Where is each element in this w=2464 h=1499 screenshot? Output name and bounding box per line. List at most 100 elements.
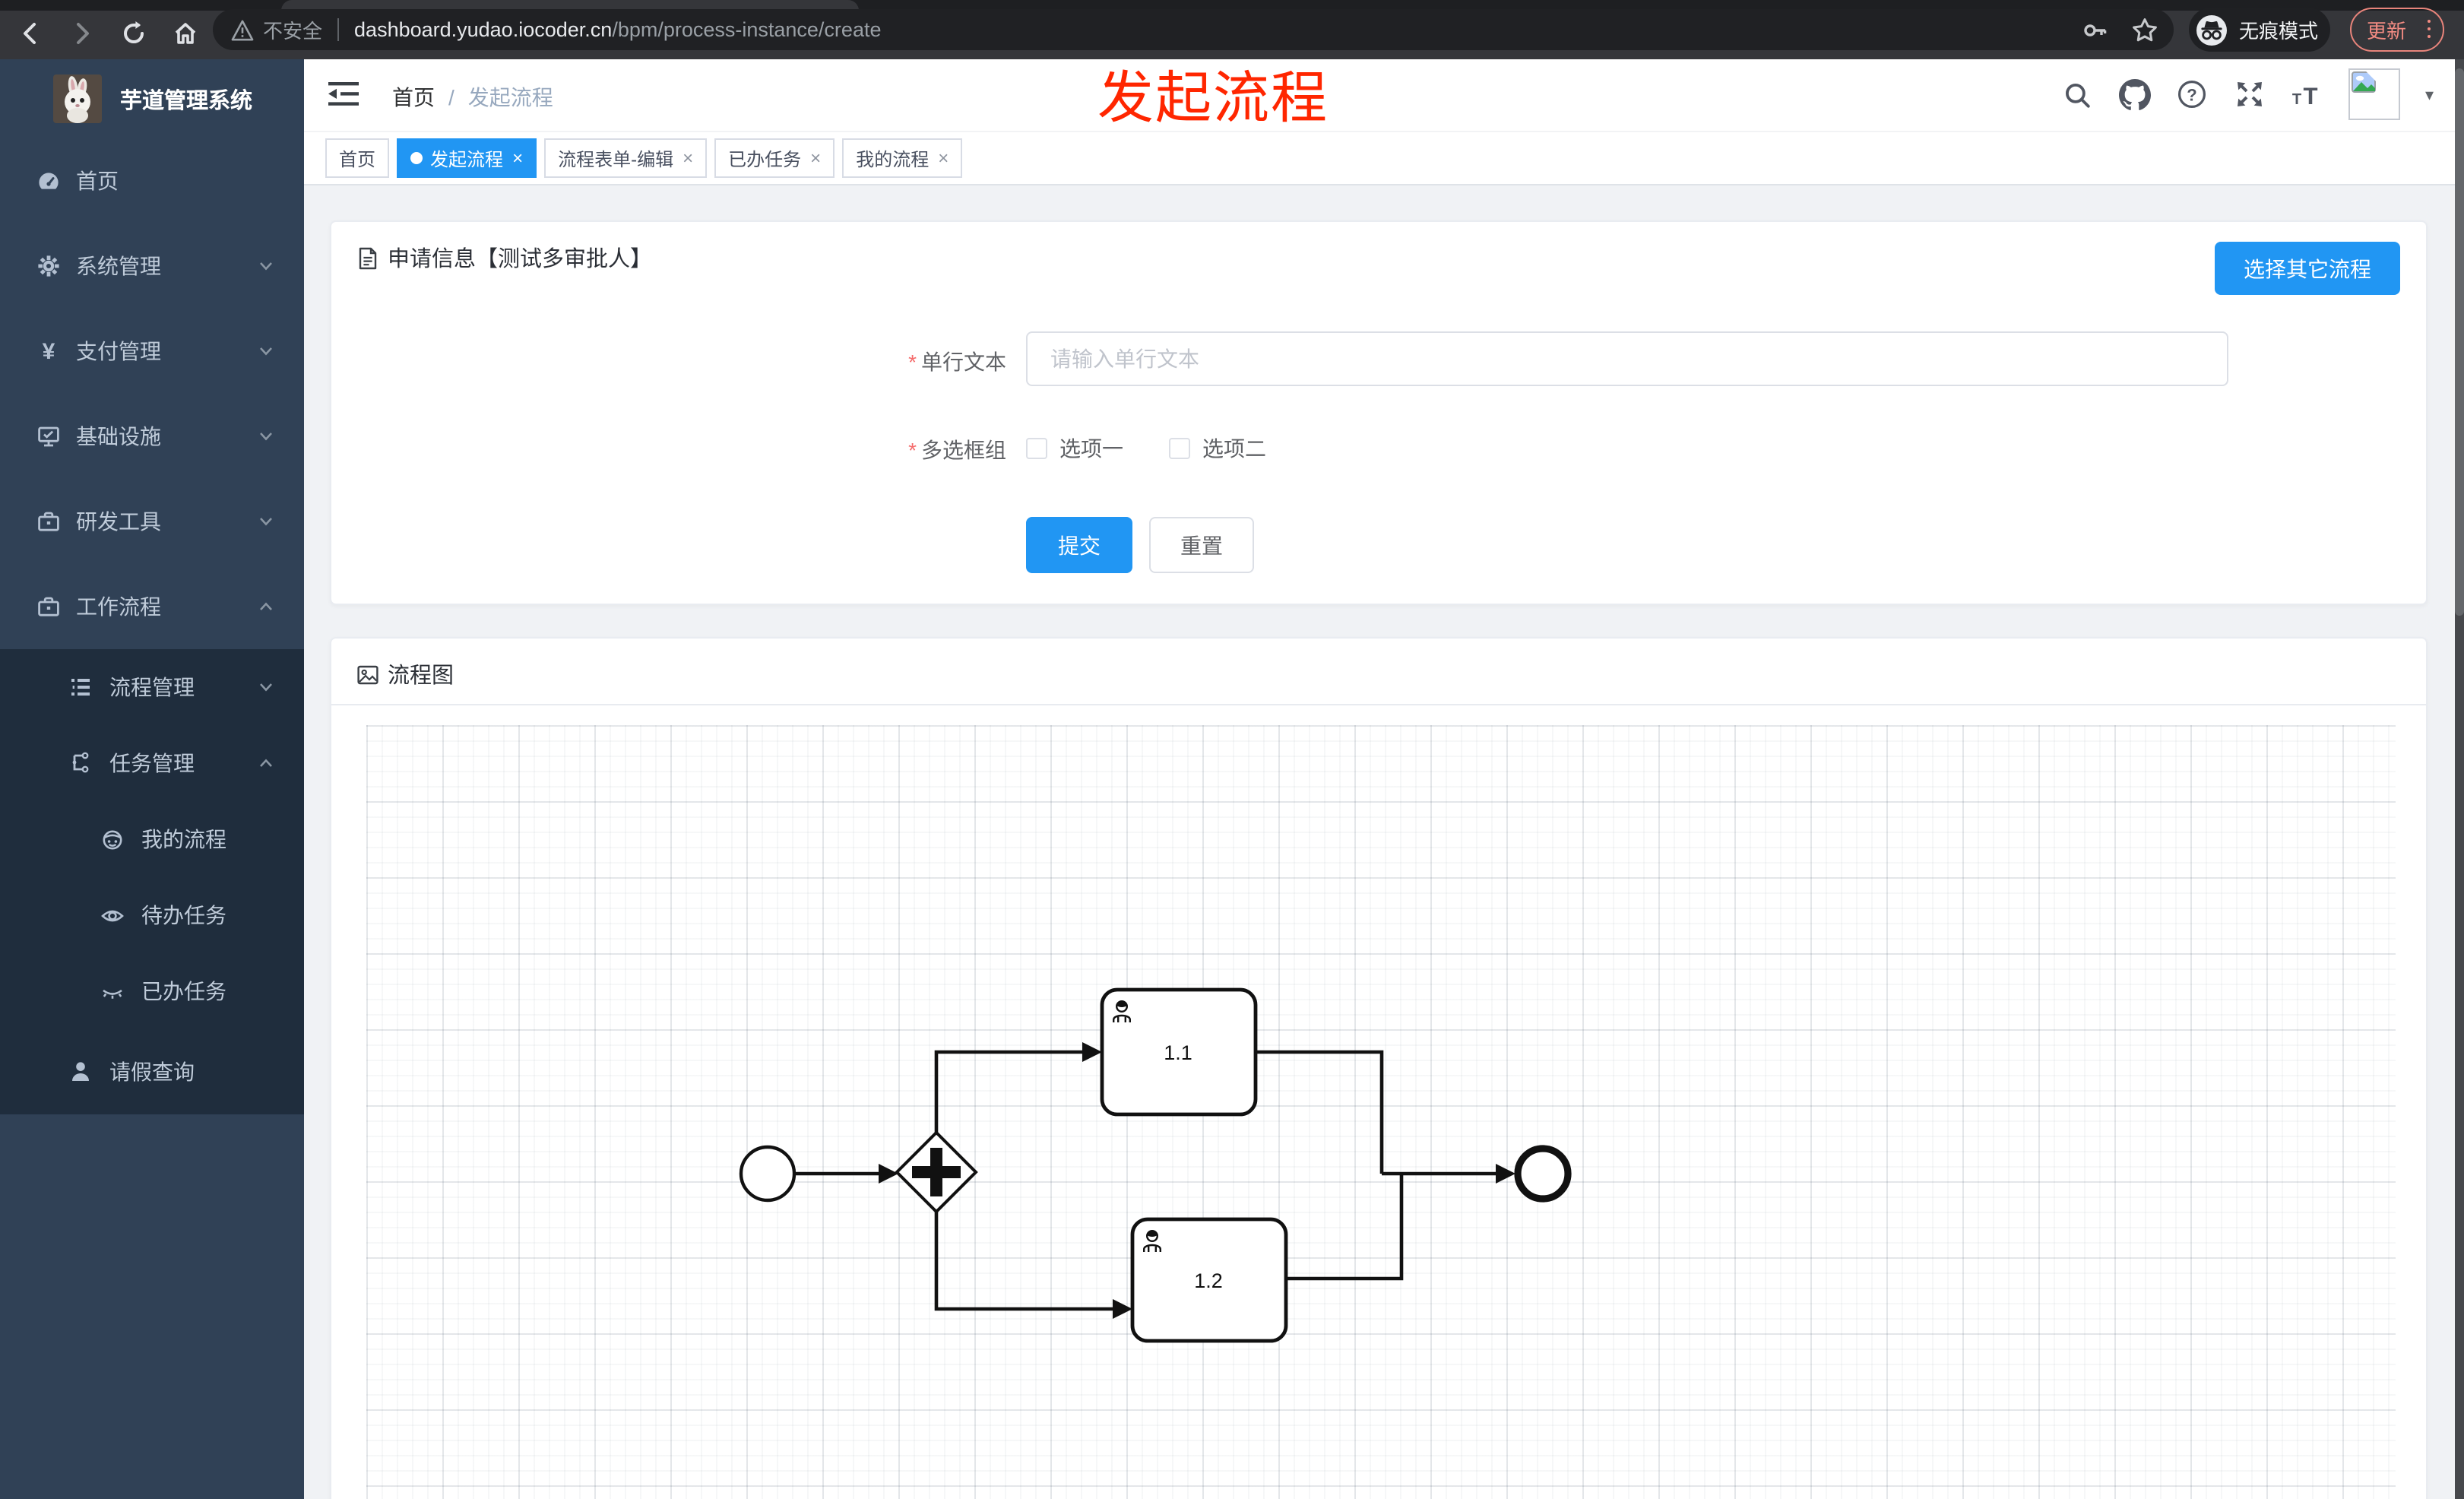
chevron-down-icon: [258, 429, 274, 444]
bpmn-task-label: 1.1: [1164, 1041, 1192, 1064]
logo-rabbit-image: [53, 74, 102, 123]
apply-info-card: 申请信息【测试多审批人】 选择其它流程 *单行文本 *多选框组 选项一 选项二 …: [330, 220, 2428, 605]
chevron-down-icon: [258, 344, 274, 359]
picture-icon: [357, 664, 378, 684]
tab-my-process[interactable]: 我的流程 ×: [842, 138, 963, 178]
bpmn-arrowhead: [1496, 1164, 1515, 1184]
tab-close-icon[interactable]: ×: [810, 147, 821, 169]
warning-icon: [231, 19, 254, 40]
required-asterisk: *: [908, 350, 917, 374]
sidebar-item-system[interactable]: 系统管理: [0, 223, 304, 309]
field-label-checkbox: * 多选框组: [908, 438, 1006, 462]
tab-close-icon[interactable]: ×: [938, 147, 949, 169]
checkbox-option-2[interactable]: 选项二: [1169, 433, 1266, 463]
checkbox-icon[interactable]: [1026, 437, 1047, 458]
document-icon: [359, 246, 377, 269]
browser-chrome: 不安全 dashboard.yudao.iocoder.cn/bpm/proce…: [0, 0, 2464, 59]
card-title-row: 流程图: [356, 658, 454, 690]
browser-menu-icon[interactable]: [2427, 19, 2431, 39]
search-icon[interactable]: [2060, 78, 2094, 111]
bpmn-diagram: 1.1 1.2: [739, 987, 1572, 1343]
bpmn-end-event: [1514, 1145, 1572, 1203]
fullscreen-icon[interactable]: [2234, 78, 2267, 111]
sidebar-item-label: 我的流程: [141, 827, 226, 851]
sidebar-item-leave-query[interactable]: 请假查询: [0, 1029, 304, 1114]
back-icon[interactable]: [15, 18, 46, 49]
reload-icon[interactable]: [119, 18, 149, 49]
tab-label: 首页: [339, 148, 376, 170]
reset-button[interactable]: 重置: [1149, 517, 1254, 573]
app-logo[interactable]: 芋道管理系统: [0, 59, 304, 138]
svg-text:?: ?: [2187, 85, 2197, 104]
sidebar-item-devtools[interactable]: 研发工具: [0, 479, 304, 564]
svg-text:¥: ¥: [43, 339, 55, 363]
sidebar-item-label: 任务管理: [109, 751, 195, 775]
process-diagram-card: 流程图 1.1 1.2: [330, 637, 2428, 1499]
github-icon[interactable]: [2118, 78, 2152, 111]
submit-button[interactable]: 提交: [1026, 517, 1132, 573]
breadcrumb-home[interactable]: 首页: [392, 82, 435, 113]
chevron-up-icon: [258, 756, 274, 771]
tab-close-icon[interactable]: ×: [512, 147, 523, 169]
breadcrumb: 首页 / 发起流程: [392, 82, 553, 113]
sidebar-item-infra[interactable]: 基础设施: [0, 394, 304, 479]
sidebar-item-payment[interactable]: ¥ 支付管理: [0, 309, 304, 394]
bpmn-arrowhead: [1113, 1299, 1132, 1319]
home-icon[interactable]: [170, 18, 201, 49]
sidebar: 芋道管理系统 首页 系统管理 ¥ 支付管理 基础设施 研发工具 工作流程 流程管…: [0, 59, 304, 1499]
sidebar-item-workflow[interactable]: 工作流程: [0, 564, 304, 649]
chevron-down-icon: [258, 680, 274, 695]
checkbox-label: 选项一: [1059, 436, 1123, 460]
sidebar-item-label: 请假查询: [109, 1060, 195, 1084]
diagram-card-title: 流程图: [388, 664, 454, 689]
bpmn-task-label: 1.2: [1194, 1269, 1223, 1292]
avatar[interactable]: [2348, 68, 2401, 120]
key-icon[interactable]: [2081, 16, 2108, 43]
tab-form-edit[interactable]: 流程表单-编辑 ×: [544, 138, 708, 178]
sidebar-item-process-mgmt[interactable]: 流程管理: [0, 649, 304, 725]
page-scrollbar-thumb[interactable]: [2455, 68, 2464, 616]
url-path: /bpm/process-instance/create: [612, 18, 882, 41]
bpmn-arrowhead: [1082, 1042, 1102, 1062]
screen: 不安全 dashboard.yudao.iocoder.cn/bpm/proce…: [0, 0, 2464, 1499]
url-bar[interactable]: 不安全 dashboard.yudao.iocoder.cn/bpm/proce…: [213, 9, 2174, 50]
single-line-text-input[interactable]: [1026, 331, 2228, 386]
bpmn-arrowhead: [879, 1164, 898, 1184]
tab-label: 我的流程: [856, 148, 930, 170]
tab-close-icon[interactable]: ×: [683, 147, 693, 169]
sidebar-fold-icon[interactable]: [328, 81, 359, 108]
required-asterisk: *: [908, 438, 917, 462]
checkbox-option-1[interactable]: 选项一: [1026, 433, 1123, 463]
forward-icon[interactable]: [67, 18, 97, 49]
font-size-icon[interactable]: TT: [2291, 78, 2325, 111]
app-header: 首页 / 发起流程 ? TT ▾: [304, 59, 2464, 131]
tab-home[interactable]: 首页: [325, 138, 390, 178]
checkbox-icon[interactable]: [1169, 437, 1190, 458]
broken-image-icon: [2352, 71, 2378, 93]
tab-done-tasks[interactable]: 已办任务 ×: [714, 138, 835, 178]
incognito-label: 无痕模式: [2239, 20, 2319, 43]
sidebar-item-task-mgmt[interactable]: 任务管理: [0, 725, 304, 801]
sidebar-item-label: 流程管理: [109, 675, 195, 699]
field-label-text: * 单行文本: [908, 350, 1006, 374]
divider: [331, 704, 2426, 705]
choose-other-process-button[interactable]: 选择其它流程: [2215, 242, 2400, 295]
dashboard-icon: [36, 169, 61, 193]
bookmark-star-icon[interactable]: [2131, 16, 2158, 43]
avatar-caret-icon[interactable]: ▾: [2425, 84, 2434, 104]
update-label[interactable]: 更新: [2367, 14, 2406, 43]
help-icon[interactable]: ?: [2176, 78, 2209, 111]
sidebar-item-home[interactable]: 首页: [0, 138, 304, 223]
sidebar-item-label: 系统管理: [76, 254, 161, 278]
url-host: dashboard.yudao.iocoder.cn: [354, 18, 613, 41]
sidebar-item-done-tasks[interactable]: 已办任务: [0, 953, 304, 1029]
page-scrollbar[interactable]: [2455, 59, 2464, 1499]
sidebar-item-my-process[interactable]: 我的流程: [0, 801, 304, 877]
face-icon: [100, 827, 125, 851]
tab-start-process[interactable]: 发起流程 ×: [397, 138, 537, 178]
bpmn-canvas[interactable]: 1.1 1.2: [366, 725, 2396, 1499]
briefcase-icon: [36, 594, 61, 619]
security-label[interactable]: 不安全: [263, 15, 322, 44]
browser-update-button[interactable]: 更新: [2350, 7, 2444, 51]
sidebar-item-todo-tasks[interactable]: 待办任务: [0, 877, 304, 953]
